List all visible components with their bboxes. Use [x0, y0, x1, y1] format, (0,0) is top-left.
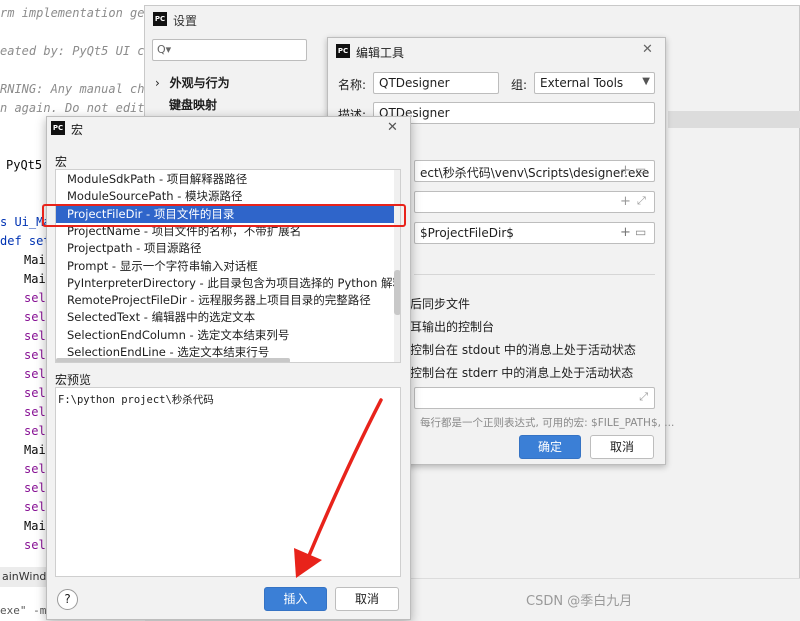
hint-text: 每行都是一个正则表达式, 可用的宏: $FILE_PATH$, ...	[420, 417, 675, 429]
expand-icon[interactable]: ⤢	[639, 390, 648, 404]
group-label: 组:	[511, 78, 528, 92]
macro-list-item[interactable]: Projectpath - 项目源路径	[56, 240, 400, 257]
macro-dialog: PC 宏 ✕ 宏 ModuleSdkPath - 项目解释器路径 ModuleSo…	[46, 116, 411, 620]
code-line: sel	[24, 367, 46, 381]
scrollbar-thumb[interactable]	[394, 270, 400, 315]
code-line: sel	[24, 291, 46, 305]
sync-files-option[interactable]: 后同步文件	[410, 295, 470, 312]
cancel-button[interactable]: 取消	[590, 435, 654, 459]
code-line: sel	[24, 329, 46, 343]
working-dir-value: $ProjectFileDir$	[420, 226, 514, 240]
code-line: PyQt5	[6, 158, 43, 172]
edit-tool-title: 编辑工具	[356, 46, 405, 60]
macro-preview-text: F:\python project\秒杀代码	[58, 394, 214, 406]
pycharm-logo-icon: PC	[336, 44, 350, 58]
group-select[interactable]: External Tools ▼	[534, 72, 655, 94]
settings-gray-bar	[668, 111, 800, 128]
pycharm-logo-icon: PC	[51, 121, 65, 135]
macro-preview-label: 宏预览	[55, 373, 92, 387]
insert-macro-icon[interactable]: +	[620, 225, 631, 240]
name-field[interactable]: QTDesigner	[373, 72, 499, 94]
code-line: sel	[24, 348, 46, 362]
tree-item-label: 外观与行为	[169, 76, 230, 90]
tree-item-appearance[interactable]: › 外观与行为	[155, 74, 230, 91]
code-line: n again. Do not edit	[0, 101, 145, 115]
scrollbar-track	[394, 170, 400, 362]
insert-macro-icon[interactable]: +	[620, 194, 631, 209]
open-console-option[interactable]: 耳输出的控制台	[410, 318, 494, 335]
chevron-down-icon: ▼	[642, 76, 650, 87]
code-line: Mai	[24, 443, 46, 457]
program-value: ect\秒杀代码\venv\Scripts\designer.exe	[420, 166, 650, 180]
code-line: rm implementation gen	[0, 6, 152, 20]
code-line: Mai	[24, 519, 46, 533]
macro-dialog-title: 宏	[71, 123, 84, 137]
insert-macro-icon[interactable]: +	[620, 163, 631, 178]
annotation-highlight-box	[42, 204, 406, 227]
expand-icon[interactable]: ⤢	[637, 194, 646, 208]
help-button[interactable]: ?	[57, 589, 78, 610]
code-line: sel	[24, 500, 46, 514]
code-line: sel	[24, 310, 46, 324]
code-line: Mai	[24, 253, 46, 267]
ok-button[interactable]: 确定	[519, 435, 581, 459]
horizontal-scrollbar-thumb[interactable]	[56, 358, 290, 362]
macro-list-item[interactable]: ModuleSourcePath - 模块源路径	[56, 188, 400, 205]
code-line: sel	[24, 462, 46, 476]
tree-item-keymap[interactable]: 键盘映射	[169, 96, 217, 113]
cancel-button[interactable]: 取消	[335, 587, 399, 611]
editor-status-tab[interactable]: ainWindo	[0, 567, 53, 587]
code-line: eated by: PyQt5 UI co	[0, 44, 152, 58]
code-line: sel	[24, 538, 46, 552]
program-field[interactable]: ect\秒杀代码\venv\Scripts\designer.exe	[414, 160, 655, 182]
description-field[interactable]: QTDesigner	[373, 102, 655, 124]
macro-list[interactable]: ModuleSdkPath - 项目解释器路径 ModuleSourcePath …	[55, 169, 401, 363]
code-line: Mai	[24, 272, 46, 286]
folder-icon[interactable]: ▭	[635, 163, 646, 177]
code-line: sel	[24, 405, 46, 419]
macro-preview-area: F:\python project\秒杀代码	[55, 387, 401, 577]
settings-title: 设置	[173, 14, 198, 28]
chevron-right-icon: ›	[155, 76, 160, 90]
close-icon[interactable]: ✕	[387, 120, 398, 135]
code-line: sel	[24, 386, 46, 400]
macro-list-item[interactable]: ModuleSdkPath - 项目解释器路径	[56, 171, 400, 188]
macro-list-item[interactable]: SelectionEndColumn - 选定文本结束列号	[56, 327, 400, 344]
macro-list-item[interactable]: SelectedText - 编辑器中的选定文本	[56, 309, 400, 326]
macro-list-item[interactable]: PyInterpreterDirectory - 此目录包含为项目选择的 Pyt…	[56, 275, 400, 292]
stdout-option[interactable]: 控制台在 stdout 中的消息上处于活动状态	[410, 341, 636, 358]
watermark: CSDN @季白九月	[526, 594, 633, 609]
working-dir-field[interactable]: $ProjectFileDir$	[414, 222, 655, 244]
output-filters-field[interactable]: ⤢	[414, 387, 655, 409]
separator	[414, 274, 655, 275]
code-line: sel	[24, 481, 46, 495]
insert-button[interactable]: 插入	[264, 587, 327, 611]
search-icon: Q▾	[157, 43, 172, 56]
pycharm-logo-icon: PC	[153, 12, 167, 26]
arguments-field[interactable]	[414, 191, 655, 213]
code-line: RNING: Any manual cha	[0, 82, 152, 96]
macro-list-item[interactable]: Prompt - 显示一个字符串输入对话框	[56, 258, 400, 275]
folder-icon[interactable]: ▭	[635, 225, 646, 239]
code-line: def set	[0, 234, 51, 248]
settings-search-input[interactable]: Q▾	[152, 39, 307, 61]
macro-list-item[interactable]: RemoteProjectFileDir - 远程服务器上项目目录的完整路径	[56, 292, 400, 309]
stderr-option[interactable]: 控制台在 stderr 中的消息上处于活动状态	[410, 364, 633, 381]
group-select-value: External Tools	[540, 76, 624, 90]
macro-list-label: 宏	[55, 155, 68, 169]
name-label: 名称:	[338, 78, 367, 92]
settings-titlebar: PC 设置	[145, 6, 799, 32]
close-icon[interactable]: ✕	[642, 42, 653, 57]
code-line: sel	[24, 424, 46, 438]
